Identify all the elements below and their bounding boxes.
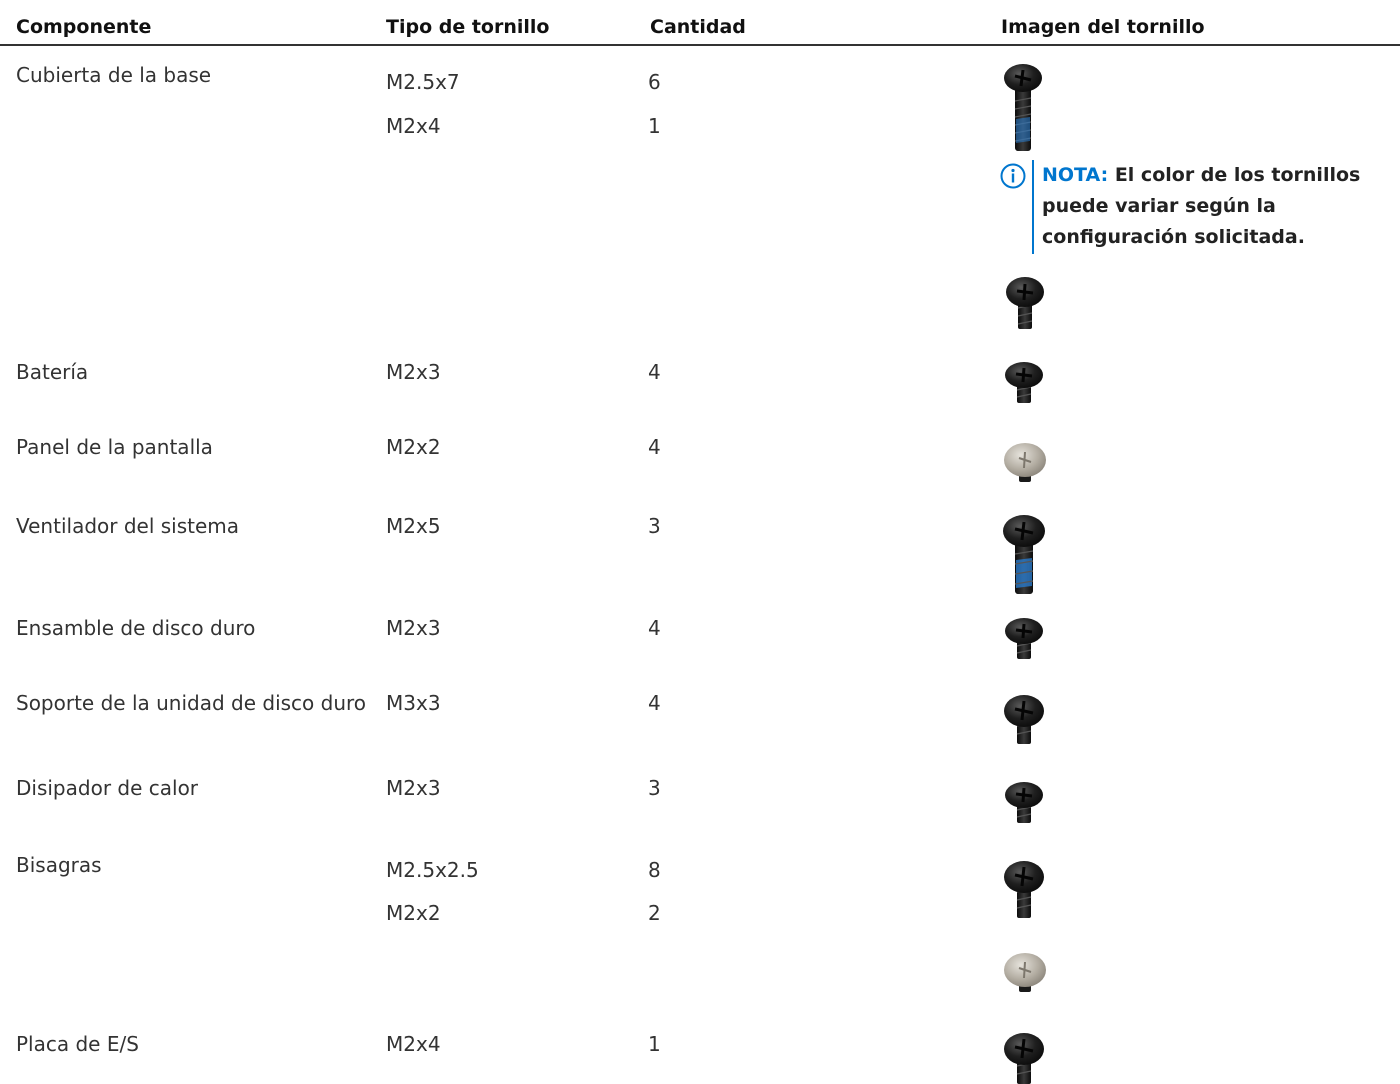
info-icon bbox=[1000, 163, 1026, 189]
quantity-cell: 4 bbox=[648, 360, 661, 384]
screw-image-m3x3 bbox=[1004, 695, 1044, 744]
screw-image-m2-5x2-5 bbox=[1004, 861, 1044, 918]
note-box: NOTA: El color de los tornillos puede va… bbox=[1000, 160, 1395, 254]
quantity-cell: 4 bbox=[648, 435, 661, 459]
component-cell: Soporte de la unidad de disco duro bbox=[16, 691, 367, 715]
component-cell: Ventilador del sistema bbox=[16, 514, 240, 538]
component-cell: Batería bbox=[16, 360, 89, 384]
quantity-cell: 8 bbox=[648, 858, 661, 882]
screw-image-m2x2-silver bbox=[1004, 443, 1046, 482]
screw-image-m2x2-silver bbox=[1004, 953, 1046, 992]
component-cell: Ensamble de disco duro bbox=[16, 616, 256, 640]
screw-type-cell: M2x5 bbox=[386, 514, 441, 538]
component-cell: Panel de la pantalla bbox=[16, 435, 213, 459]
screw-image-m2x3 bbox=[1005, 362, 1043, 403]
screw-image-m2x4 bbox=[1006, 277, 1044, 329]
screw-type-cell: M2x3 bbox=[386, 360, 441, 384]
quantity-cell: 1 bbox=[648, 114, 661, 138]
note-label: NOTA: bbox=[1042, 164, 1109, 186]
quantity-cell: 3 bbox=[648, 514, 661, 538]
header-imagen-del-tornillo: Imagen del tornillo bbox=[1001, 16, 1205, 38]
note-divider bbox=[1032, 160, 1034, 254]
screw-type-cell: M3x3 bbox=[386, 691, 441, 715]
table-header: Componente Tipo de tornillo Cantidad Ima… bbox=[0, 0, 1400, 46]
component-cell: Placa de E/S bbox=[16, 1032, 139, 1056]
screw-type-cell: M2x4 bbox=[386, 1032, 441, 1056]
component-cell: Bisagras bbox=[16, 853, 102, 877]
quantity-cell: 3 bbox=[648, 776, 661, 800]
quantity-cell: 4 bbox=[648, 616, 661, 640]
screw-image-m2x3 bbox=[1005, 618, 1043, 659]
screw-type-cell: M2.5x2.5 bbox=[386, 858, 479, 882]
quantity-cell: 4 bbox=[648, 691, 661, 715]
screw-type-cell: M2.5x7 bbox=[386, 70, 460, 94]
screw-image-m2-5x7 bbox=[1004, 64, 1042, 151]
quantity-cell: 2 bbox=[648, 901, 661, 925]
quantity-cell: 6 bbox=[648, 70, 661, 94]
component-cell: Cubierta de la base bbox=[16, 63, 212, 87]
note-text: NOTA: El color de los tornillos puede va… bbox=[1042, 160, 1392, 253]
screw-image-m2x4 bbox=[1004, 1033, 1044, 1084]
screw-type-cell: M2x4 bbox=[386, 114, 441, 138]
screw-type-cell: M2x3 bbox=[386, 616, 441, 640]
screw-image-m2x5 bbox=[1003, 515, 1045, 594]
header-cantidad: Cantidad bbox=[650, 16, 746, 38]
screw-image-m2x3 bbox=[1005, 782, 1043, 823]
screw-type-cell: M2x3 bbox=[386, 776, 441, 800]
header-componente: Componente bbox=[16, 16, 152, 38]
header-tipo-de-tornillo: Tipo de tornillo bbox=[386, 16, 550, 38]
quantity-cell: 1 bbox=[648, 1032, 661, 1056]
screw-type-cell: M2x2 bbox=[386, 901, 441, 925]
screw-type-cell: M2x2 bbox=[386, 435, 441, 459]
component-cell: Disipador de calor bbox=[16, 776, 199, 800]
